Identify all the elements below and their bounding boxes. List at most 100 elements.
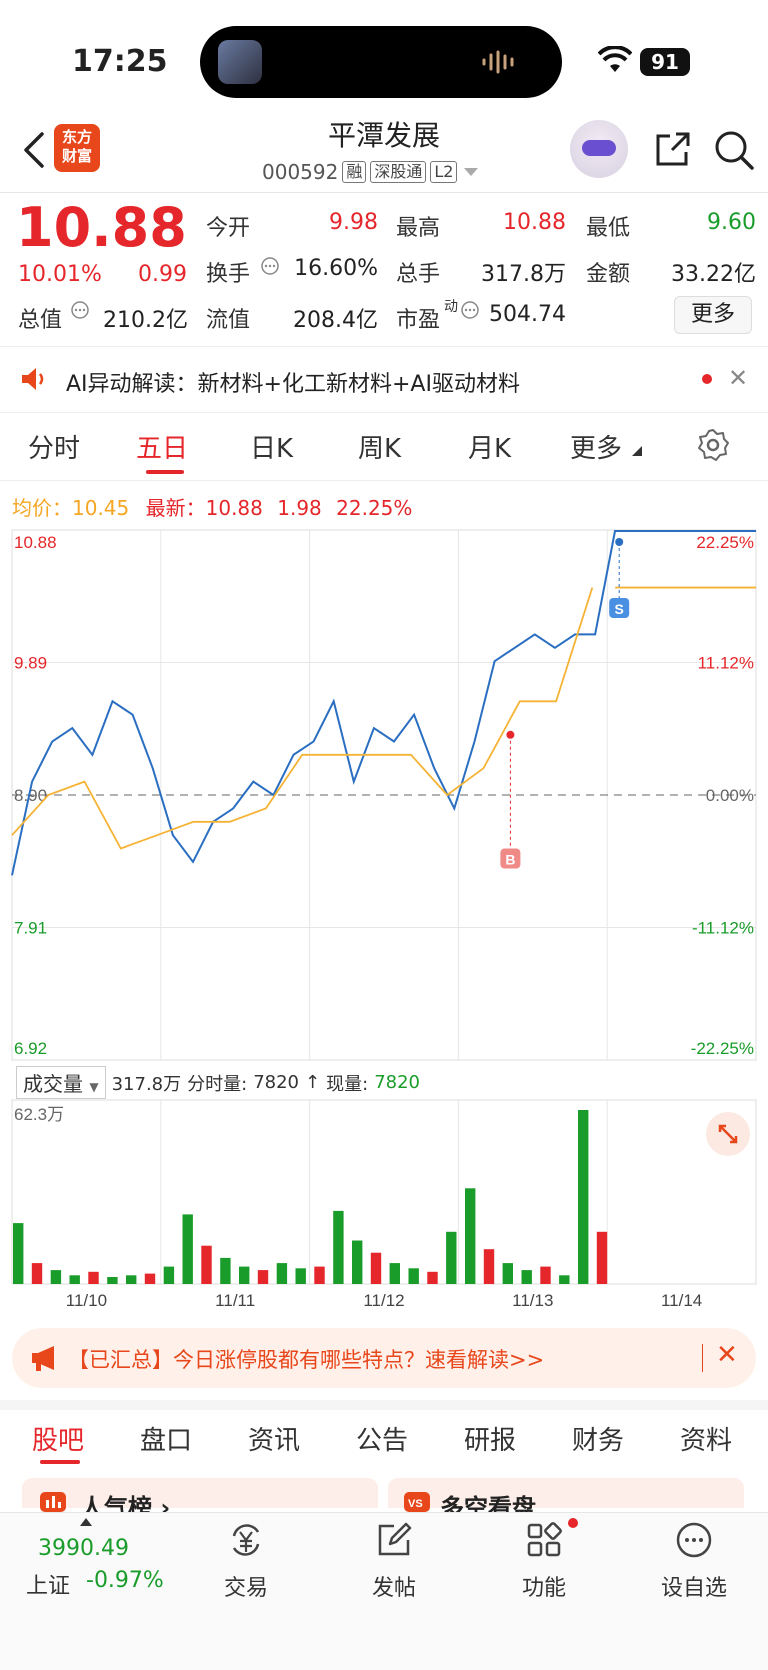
tab-weekly-k[interactable]: 周K — [358, 428, 401, 465]
ai-insight-text[interactable]: AI异动解读：新材料+化工新材料+AI驱动材料 — [66, 366, 520, 398]
tab-more[interactable]: 更多 — [570, 428, 622, 465]
y-left-tick: 7.91 — [14, 919, 47, 938]
y-right-tick: -22.25% — [691, 1039, 754, 1058]
tag-margin: 融 — [342, 161, 367, 183]
avg-label: 均价： — [12, 496, 72, 520]
tag-shenzhen-connect: 深股通 — [370, 161, 427, 183]
buy-marker-label: B — [505, 852, 515, 868]
turnover-label: 换手 — [206, 262, 251, 287]
change-percent: 10.01% — [18, 262, 102, 287]
index-value[interactable]: 3990.49 — [38, 1536, 129, 1561]
volume-chart[interactable]: 62.3万 11/10 11/11 11/12 11/13 11/14 — [0, 1096, 768, 1312]
tab-news[interactable]: 资讯 — [248, 1420, 300, 1457]
x-axis-label: 11/10 — [66, 1291, 107, 1310]
grid-icon — [527, 1522, 562, 1557]
volume-bar — [370, 1252, 382, 1284]
volume-bar — [427, 1271, 438, 1284]
volume-bar — [521, 1270, 532, 1284]
close-icon[interactable]: ✕ — [716, 1340, 738, 1370]
info-icon[interactable] — [260, 256, 280, 276]
latest-pct: 22.25% — [336, 496, 413, 520]
nav-trade[interactable]: 交易 — [196, 1520, 296, 1602]
speaker-icon — [22, 368, 44, 390]
index-label[interactable]: 上证 — [26, 1568, 70, 1600]
volume-bar — [596, 1231, 608, 1284]
expand-chart-button[interactable] — [706, 1112, 750, 1156]
y-right-tick: 0.00% — [706, 786, 754, 805]
divider — [0, 1400, 768, 1410]
divider — [702, 1344, 703, 1372]
volume-bar — [483, 1249, 495, 1284]
turnover-value: 16.60% — [294, 256, 378, 281]
tag-l2: L2 — [430, 161, 458, 183]
volume-header: 成交量 ▼ 317.8万 分时量: 7820 ↑ 现量: 7820 — [16, 1066, 420, 1099]
x-axis-label: 11/13 — [512, 1291, 553, 1310]
latest-change: 1.98 — [277, 496, 322, 520]
volume-bar — [389, 1263, 400, 1284]
volume-label: 总手 — [396, 262, 441, 287]
volume-indicator-select[interactable]: 成交量 ▼ — [16, 1066, 106, 1099]
tab-daily-k[interactable]: 日K — [250, 428, 293, 465]
float-cap-label: 流值 — [206, 308, 251, 333]
y-left-tick: 9.89 — [14, 654, 47, 673]
volume-bar — [559, 1275, 570, 1284]
settings-icon[interactable] — [696, 428, 730, 462]
wifi-icon — [598, 46, 632, 72]
more-dots-icon — [676, 1522, 712, 1558]
nav-functions[interactable]: 功能 — [494, 1520, 594, 1602]
volume-bar — [126, 1275, 137, 1284]
index-change[interactable]: -0.97% — [86, 1568, 164, 1593]
pe-superscript: 动 — [444, 299, 458, 315]
y-right-tick: 11.12% — [698, 654, 754, 673]
info-icon[interactable] — [460, 300, 480, 320]
volume-bar — [408, 1268, 419, 1284]
volume-bar — [163, 1266, 175, 1284]
volume-bar — [69, 1275, 80, 1284]
battery-indicator: 91 — [640, 48, 690, 76]
yuan-exchange-icon — [232, 1524, 260, 1556]
popularity-card[interactable] — [22, 1478, 378, 1508]
close-icon[interactable]: ✕ — [728, 364, 748, 392]
low-value: 9.60 — [707, 210, 756, 235]
volume-bar — [276, 1263, 288, 1284]
dynamic-island — [200, 26, 562, 98]
nav-add-watchlist-label: 设自选 — [660, 1576, 727, 1601]
promo-banner[interactable]: 【已汇总】今日涨停股都有哪些特点？速看解读>> ✕ — [12, 1328, 756, 1388]
expand-icon — [718, 1124, 738, 1144]
tab-profile[interactable]: 资料 — [680, 1420, 732, 1457]
amount-label: 金额 — [586, 262, 631, 287]
tab-five-day[interactable]: 五日 — [136, 428, 188, 465]
svg-text:VS: VS — [408, 1498, 423, 1510]
volume-bar — [314, 1266, 325, 1284]
more-quote-button[interactable]: 更多 — [674, 296, 752, 334]
tab-monthly-k[interactable]: 月K — [468, 428, 511, 465]
tab-finance[interactable]: 财务 — [572, 1420, 624, 1457]
divider — [0, 346, 768, 347]
chart-legend: 均价：10.45 最新：10.88 1.98 22.25% — [12, 492, 412, 521]
promo-text[interactable]: 【已汇总】今日涨停股都有哪些特点？速看解读>> — [68, 1344, 544, 1374]
volume-bar — [352, 1240, 363, 1284]
search-icon[interactable] — [712, 128, 756, 172]
share-icon[interactable] — [650, 128, 694, 172]
float-cap-value: 208.4亿 — [293, 308, 378, 333]
high-label: 最高 — [396, 216, 441, 241]
tab-order-book[interactable]: 盘口 — [140, 1420, 192, 1457]
tab-intraday[interactable]: 分时 — [28, 428, 80, 465]
open-value: 9.98 — [329, 210, 378, 235]
stock-code-row[interactable]: 000592 融 深股通 L2 — [262, 160, 481, 184]
nav-add-watchlist[interactable]: 设自选 — [644, 1520, 744, 1602]
y-right-tick: 22.25% — [696, 533, 754, 552]
volume-bar — [201, 1245, 212, 1284]
ai-assistant-button[interactable] — [570, 120, 628, 178]
tab-announcements[interactable]: 公告 — [356, 1420, 408, 1457]
nav-trade-label: 交易 — [223, 1576, 268, 1601]
volume-select-label: 成交量 — [23, 1072, 83, 1096]
volume-bar — [220, 1257, 231, 1284]
tab-research[interactable]: 研报 — [464, 1420, 516, 1457]
y-right-tick: -11.12% — [692, 919, 754, 938]
clock: 17:25 — [72, 44, 168, 79]
nav-post[interactable]: 发帖 — [344, 1520, 444, 1602]
price-chart[interactable]: 10.889.898.907.916.9222.25%11.12%0.00%-1… — [0, 520, 768, 1064]
tab-guba[interactable]: 股吧 — [32, 1420, 84, 1457]
megaphone-icon — [32, 1346, 54, 1371]
